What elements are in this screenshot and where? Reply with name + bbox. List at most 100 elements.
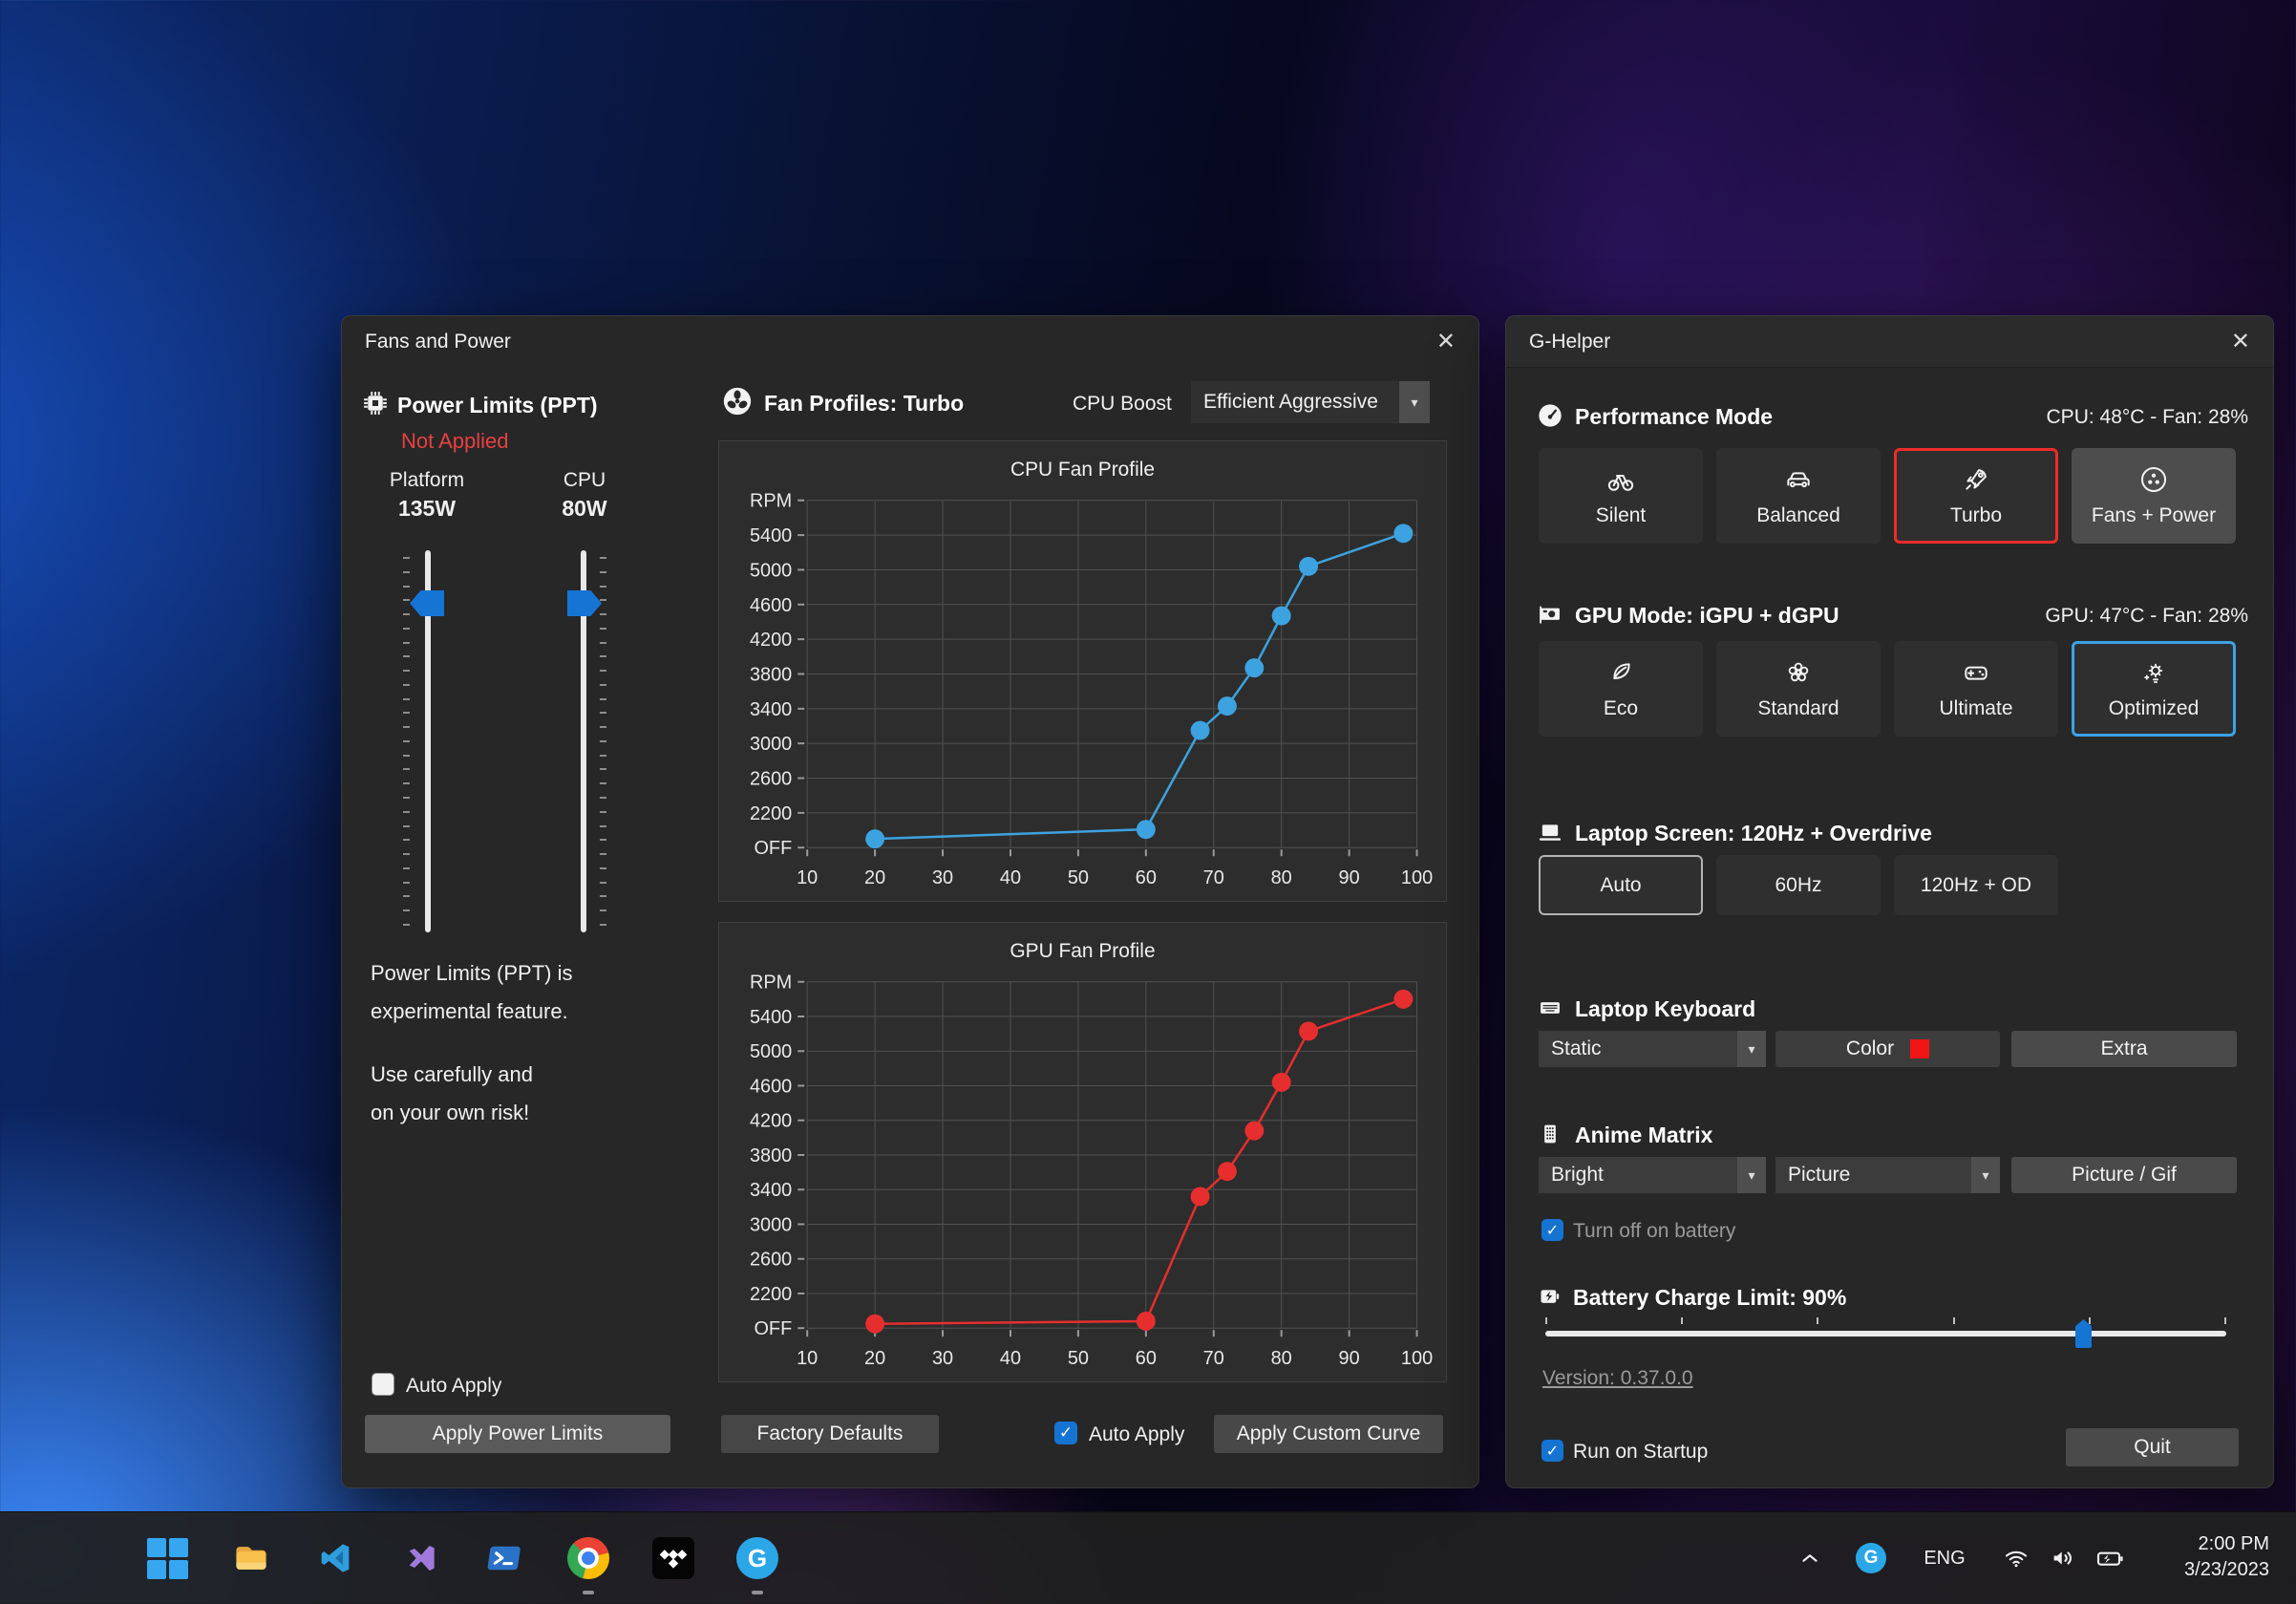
svg-text:50: 50 (1068, 867, 1089, 888)
close-icon[interactable]: ✕ (1436, 331, 1456, 353)
screen-auto-button[interactable]: Auto (1539, 855, 1703, 915)
ghelper-taskbar-button[interactable]: G (736, 1537, 778, 1579)
quit-button[interactable]: Quit (2066, 1428, 2239, 1466)
svg-text:5000: 5000 (750, 560, 792, 581)
version-link[interactable]: Version: 0.37.0.0 (1542, 1367, 1693, 1390)
svg-text:2200: 2200 (750, 803, 792, 824)
gpu-mode-heading: GPU Mode: iGPU + dGPU (1575, 603, 1839, 629)
svg-text:CPU Fan Profile: CPU Fan Profile (1010, 459, 1155, 481)
factory-defaults-button[interactable]: Factory Defaults (721, 1415, 939, 1453)
dropdown-arrow-icon[interactable]: ▾ (1737, 1157, 1766, 1193)
close-icon[interactable]: ✕ (2231, 331, 2250, 353)
svg-text:2600: 2600 (750, 1250, 792, 1271)
cpu-boost-value: Efficient Aggressive (1191, 381, 1399, 423)
tray-language-button[interactable]: ENG (1918, 1537, 1971, 1579)
cpu-slider-thumb[interactable] (567, 590, 602, 616)
visual-studio-button[interactable] (399, 1537, 441, 1579)
dropdown-arrow-icon[interactable]: ▾ (1399, 381, 1430, 423)
anime-source-dropdown[interactable]: Picture ▾ (1775, 1157, 2000, 1193)
mode-fans-power-button[interactable]: Fans + Power (2072, 448, 2236, 544)
ghelper-tray-icon: G (1856, 1543, 1886, 1573)
laptop-screen-icon (1537, 819, 1563, 845)
performance-gauge-icon (1537, 402, 1563, 429)
checkmark-icon: ✓ (1059, 1423, 1073, 1443)
apply-custom-curve-button[interactable]: Apply Custom Curve (1214, 1415, 1443, 1453)
file-explorer-button[interactable] (230, 1537, 272, 1579)
tray-ghelper-button[interactable]: G (1850, 1537, 1892, 1579)
cpu-slider-value: 80W (527, 496, 642, 522)
battery-slider-thumb[interactable] (2075, 1319, 2092, 1348)
powershell-button[interactable] (483, 1537, 525, 1579)
svg-text:2200: 2200 (750, 1284, 792, 1305)
keyboard-icon (1537, 994, 1563, 1021)
tray-volume-button[interactable] (2042, 1537, 2084, 1579)
anime-picture-gif-button[interactable]: Picture / Gif (2011, 1157, 2237, 1193)
gpu-standard-button[interactable]: Standard (1716, 641, 1881, 737)
svg-text:5000: 5000 (750, 1041, 792, 1062)
tray-chevron-button[interactable] (1789, 1537, 1831, 1579)
screen-60hz-button[interactable]: 60Hz (1716, 855, 1881, 915)
cpu-boost-dropdown[interactable]: Efficient Aggressive ▾ (1191, 381, 1430, 423)
anime-brightness-dropdown[interactable]: Bright ▾ (1539, 1157, 1766, 1193)
turn-off-on-battery-checkbox[interactable]: ✓ (1541, 1219, 1563, 1241)
screen-120hz-od-button[interactable]: 120Hz + OD (1894, 855, 2058, 915)
run-on-startup-checkbox[interactable]: ✓ (1541, 1440, 1563, 1462)
battery-slider-track[interactable] (1545, 1331, 2226, 1337)
cpu-slider-ticks (600, 557, 606, 926)
mode-turbo-button[interactable]: Turbo (1894, 448, 2058, 544)
keyboard-extra-button[interactable]: Extra (2011, 1031, 2237, 1067)
svg-text:3400: 3400 (750, 699, 792, 720)
svg-text:50: 50 (1068, 1348, 1089, 1369)
ghelper-running-indicator (752, 1591, 763, 1594)
fans-and-power-window: Fans and Power ✕ Power Limits (PPT) Not … (341, 315, 1479, 1488)
start-button[interactable] (146, 1537, 188, 1579)
power-auto-apply-checkbox[interactable] (372, 1373, 394, 1396)
mode-silent-button[interactable]: Silent (1539, 448, 1703, 544)
svg-text:70: 70 (1203, 1348, 1224, 1369)
gpu-eco-button[interactable]: Eco (1539, 641, 1703, 737)
cpu-fan-profile-chart[interactable]: RPM540050004600420038003400300026002200O… (718, 440, 1447, 902)
svg-text:RPM: RPM (750, 973, 792, 994)
svg-text:3400: 3400 (750, 1180, 792, 1201)
tidal-button[interactable] (652, 1537, 694, 1579)
gpu-ultimate-button[interactable]: Ultimate (1894, 641, 2058, 737)
keyboard-mode-dropdown[interactable]: Static ▾ (1539, 1031, 1766, 1067)
keyboard-color-button[interactable]: Color (1775, 1031, 2000, 1067)
mode-turbo-label: Turbo (1950, 504, 2002, 527)
gpu-optimized-button[interactable]: Optimized (2072, 641, 2236, 737)
vscode-button[interactable] (314, 1537, 356, 1579)
gpu-standard-label: Standard (1757, 697, 1839, 720)
curve-auto-apply-label: Auto Apply (1089, 1423, 1184, 1446)
tray-wifi-button[interactable] (1995, 1537, 2037, 1579)
gpu-fan-profile-chart[interactable]: RPM540050004600420038003400300026002200O… (718, 922, 1447, 1382)
dropdown-arrow-icon[interactable]: ▾ (1971, 1157, 2000, 1193)
svg-text:100: 100 (1401, 1348, 1433, 1369)
visual-studio-icon (401, 1539, 439, 1577)
svg-text:100: 100 (1401, 867, 1433, 888)
svg-text:80: 80 (1271, 867, 1292, 888)
platform-slider-thumb[interactable] (410, 590, 444, 616)
chrome-button[interactable] (567, 1537, 609, 1579)
fan-circle-icon (2138, 464, 2169, 495)
clock-date: 3/23/2023 (2184, 1557, 2269, 1583)
battery-charge-slider[interactable] (1545, 1310, 2226, 1352)
svg-text:4600: 4600 (750, 595, 792, 616)
tray-clock[interactable]: 2:00 PM 3/23/2023 (2184, 1531, 2269, 1583)
clock-time: 2:00 PM (2184, 1531, 2269, 1557)
gpu-optimized-label: Optimized (2109, 697, 2200, 720)
dropdown-arrow-icon[interactable]: ▾ (1737, 1031, 1766, 1067)
tray-battery-button[interactable] (2089, 1537, 2131, 1579)
mode-fans-power-label: Fans + Power (2092, 504, 2216, 527)
screen-60hz-label: 60Hz (1775, 874, 1821, 897)
svg-text:20: 20 (864, 1348, 885, 1369)
apply-power-limits-button[interactable]: Apply Power Limits (365, 1415, 670, 1453)
power-limits-status: Not Applied (401, 429, 509, 454)
svg-text:4200: 4200 (750, 630, 792, 651)
fans-window-titlebar: Fans and Power ✕ (342, 316, 1478, 368)
power-limits-note-1: Power Limits (PPT) is experimental featu… (371, 954, 572, 1031)
windows-logo-icon (147, 1538, 188, 1579)
curve-auto-apply-checkbox[interactable]: ✓ (1054, 1422, 1077, 1444)
mode-balanced-button[interactable]: Balanced (1716, 448, 1881, 544)
mode-balanced-label: Balanced (1756, 504, 1840, 527)
gamepad-icon (1961, 657, 1991, 688)
